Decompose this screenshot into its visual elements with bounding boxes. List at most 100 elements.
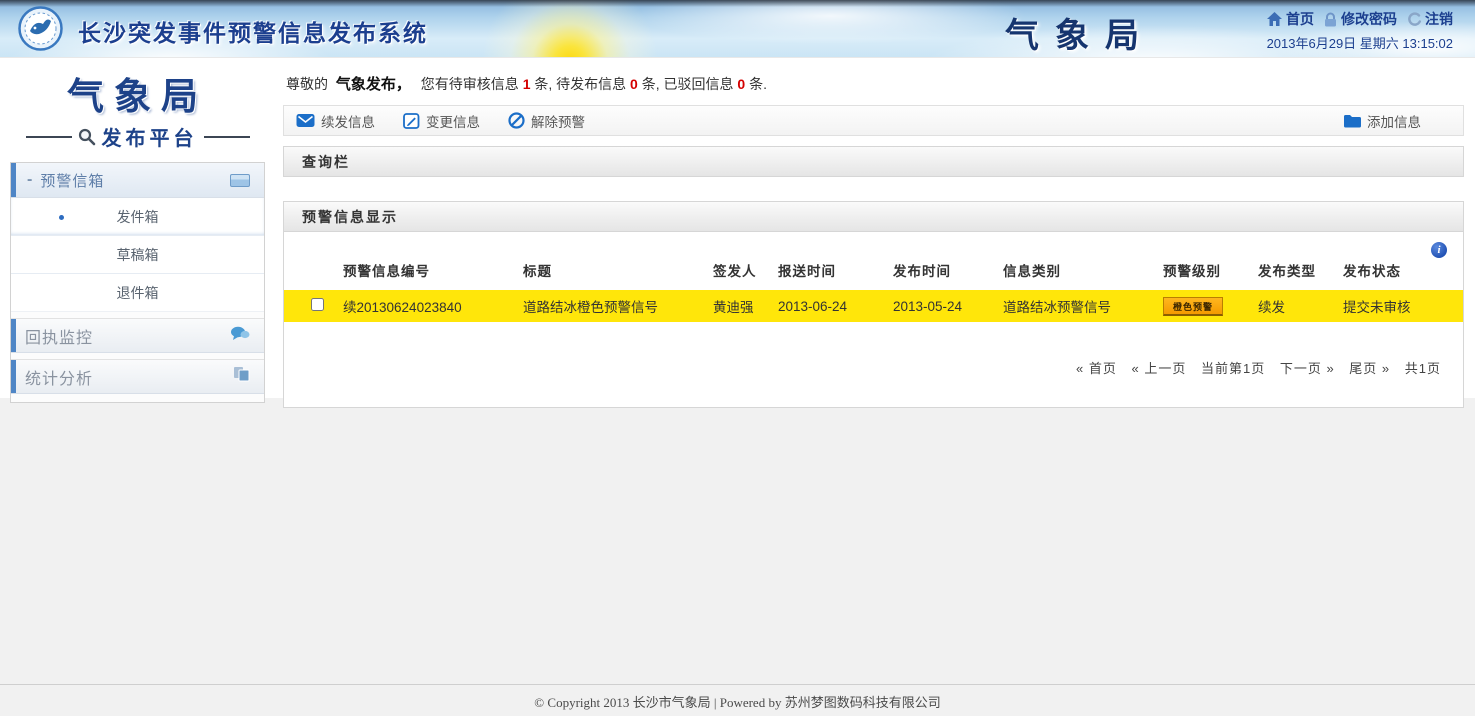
pagination-first[interactable]: « 首页 [1076,361,1117,376]
prohibit-icon [508,112,525,129]
accent-bar [11,360,16,393]
bureau-emblem-logo [18,6,63,51]
active-accent-bar [11,163,16,197]
divider [26,136,72,138]
sidebar-logo-subtitle: 发布平台 [102,122,198,151]
logout-label: 注销 [1425,9,1453,29]
column-header: 签发人 [709,248,774,290]
column-header: 预警信息编号 [339,248,519,290]
sidebar-item-label: 预警信箱 [40,170,104,191]
greeting-text: 条. [749,76,767,92]
table-row[interactable]: 续20130624023840 道路结冰橙色预警信号 黄迪强 2013-06-2… [284,290,1463,322]
column-header: 报送时间 [774,248,889,290]
system-title: 长沙突发事件预警信息发布系统 [78,14,428,48]
sidebar: 气象局 发布平台 - 预警信箱 发件箱 草稿箱 [10,66,265,403]
org-name: 气象局 [1005,8,1155,57]
column-header: 预警级别 [1159,248,1254,290]
add-info-button[interactable]: 添加信息 [1343,111,1421,131]
cell-warning-id: 续20130624023840 [339,290,519,322]
action-toolbar: 续发信息 变更信息 解除预警 添加信息 [283,105,1464,136]
cell-category: 道路结冰预警信号 [999,290,1159,322]
sidebar-item-label: 草稿箱 [117,247,159,263]
column-header: 发布时间 [889,248,999,290]
warning-display-header[interactable]: 预警信息显示 [283,201,1464,232]
lock-icon [1324,12,1337,27]
column-header: 发布类型 [1254,248,1339,290]
mailbox-panel-icon [230,174,250,187]
cell-issuer: 黄迪强 [709,290,774,322]
greeting-text: 条, 已驳回信息 [642,76,734,92]
sidebar-item-label: 退件箱 [117,285,159,301]
resend-info-button[interactable]: 续发信息 [296,111,375,131]
top-nav: 首页 修改密码 注销 [1267,9,1453,29]
logout-icon [1407,12,1421,26]
sidebar-item-label: 回执监控 [25,324,93,348]
pagination-next[interactable]: 下一页 » [1280,361,1335,376]
footer-copyright: © Copyright 2013 长沙市气象局 | Powered by 苏州梦… [0,692,1475,711]
pagination-last[interactable]: 尾页 » [1349,361,1390,376]
sidebar-item-warning-inbox[interactable]: - 预警信箱 [11,163,264,198]
cell-submit-time: 2013-06-24 [774,290,889,322]
edit-icon [403,113,420,129]
sidebar-item-label: 发件箱 [117,209,159,225]
magnifier-icon [78,128,96,146]
datetime-display: 2013年6月29日 星期六 13:15:02 [1267,33,1453,52]
sidebar-logo-subtitle-row: 发布平台 [10,122,265,151]
pagination: « 首页 « 上一页 当前第1页 下一页 » 尾页 » 共1页 [1066,358,1441,377]
change-password-label: 修改密码 [1341,9,1397,29]
section-title: 预警信息显示 [302,209,398,225]
current-user-name: 气象发布， [336,76,411,93]
row-select-checkbox[interactable] [311,298,324,311]
select-cell [284,290,339,322]
change-password-link[interactable]: 修改密码 [1324,9,1397,29]
pagination-prev[interactable]: « 上一页 [1132,361,1187,376]
button-label: 续发信息 [321,111,375,131]
sidebar-menu: - 预警信箱 发件箱 草稿箱 退件箱 回执监控 [10,162,265,403]
cell-title: 道路结冰橙色预警信号 [519,290,709,322]
info-icon[interactable] [1431,242,1447,258]
cell-level: 橙色预警 [1159,290,1254,322]
warning-table-panel: 预警信息编号 标题 签发人 报送时间 发布时间 信息类别 预警级别 发布类型 发… [283,232,1464,408]
lift-warning-button[interactable]: 解除预警 [508,111,585,131]
sidebar-logo-title: 气象局 [10,66,265,120]
copy-pages-icon [233,366,250,387]
sidebar-item-outbox[interactable]: 发件箱 [11,198,264,236]
greeting-prefix: 尊敬的 [286,76,328,92]
section-title: 查询栏 [302,154,350,170]
cell-publish-time: 2013-05-24 [889,290,999,322]
sidebar-submenu: 发件箱 草稿箱 退件箱 [11,198,264,312]
folder-icon [1343,114,1361,128]
pagination-current: 当前第1页 [1201,361,1265,376]
home-label: 首页 [1286,9,1314,29]
sidebar-item-returned[interactable]: 退件箱 [11,274,264,312]
sidebar-item-drafts[interactable]: 草稿箱 [11,236,264,274]
modify-info-button[interactable]: 变更信息 [403,111,480,131]
header-banner: 长沙突发事件预警信息发布系统 气象局 首页 修改密码 注销 2013年6月29日… [0,0,1475,57]
divider [204,136,250,138]
sidebar-item-statistics[interactable]: 统计分析 [11,359,264,394]
chat-bubbles-icon [230,326,250,346]
cell-publish-type: 续发 [1254,290,1339,322]
active-item-bullet [59,215,64,220]
home-icon [1267,12,1282,26]
button-label: 变更信息 [426,111,480,131]
main-content: 尊敬的 气象发布， 您有待审核信息 1 条, 待发布信息 0 条, 已驳回信息 … [283,58,1464,408]
button-label: 添加信息 [1367,111,1421,131]
query-bar-header[interactable]: 查询栏 [283,146,1464,177]
table-header-row: 预警信息编号 标题 签发人 报送时间 发布时间 信息类别 预警级别 发布类型 发… [284,248,1463,290]
home-link[interactable]: 首页 [1267,9,1314,29]
greeting-text: 您有待审核信息 [421,76,519,92]
greeting-text: 条, 待发布信息 [534,76,626,92]
accent-bar [11,319,16,352]
pending-publish-count: 0 [630,76,638,92]
pagination-total: 共1页 [1405,361,1441,376]
cell-status: 提交未审核 [1339,290,1463,322]
column-header: 信息类别 [999,248,1159,290]
column-header: 标题 [519,248,709,290]
sidebar-item-receipt-monitor[interactable]: 回执监控 [11,318,264,353]
logout-link[interactable]: 注销 [1407,9,1453,29]
envelope-icon [296,113,315,128]
content-area: 气象局 发布平台 - 预警信箱 发件箱 草稿箱 [0,57,1475,398]
orange-warning-badge[interactable]: 橙色预警 [1163,297,1223,316]
collapse-indicator: - [27,171,32,189]
